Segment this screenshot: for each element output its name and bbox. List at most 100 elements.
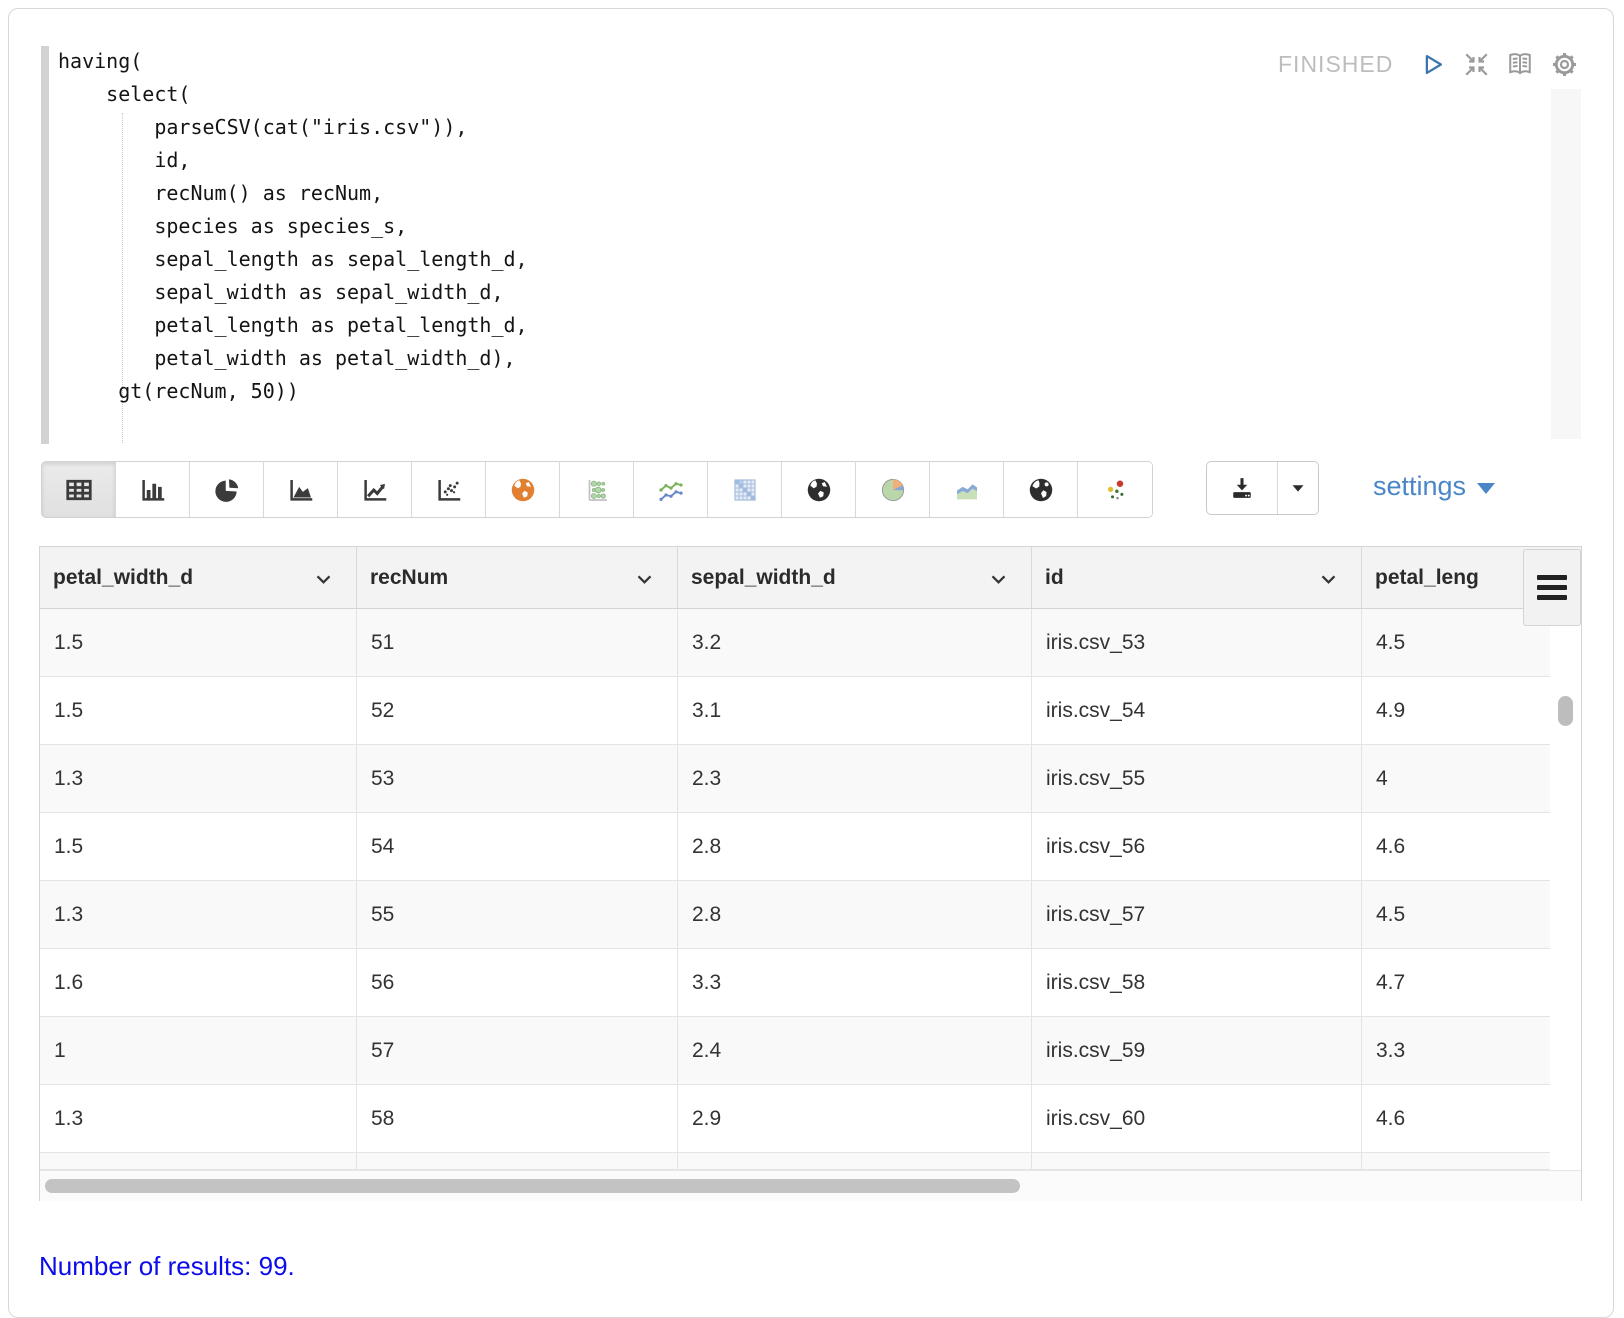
scatter-colored-icon (1100, 475, 1130, 505)
area-chart-icon (286, 475, 316, 505)
table-cell: 3.3 (1362, 1017, 1552, 1084)
table-cell: 58 (357, 1085, 678, 1152)
table-cell: 3.2 (678, 609, 1032, 676)
settings-dropdown[interactable]: settings (1373, 471, 1495, 502)
chart-type-bar-button[interactable] (116, 462, 190, 517)
chevron-down-icon[interactable] (315, 573, 332, 584)
download-button[interactable] (1207, 462, 1278, 514)
table-cell: iris.csv_57 (1032, 881, 1362, 948)
download-options-button[interactable] (1278, 462, 1318, 514)
horizontal-scrollbar-thumb[interactable] (45, 1179, 1020, 1193)
table-cell: 1.3 (40, 1085, 357, 1152)
table-cell: 1.5 (40, 813, 357, 880)
table-row: 1.6563.3iris.csv_584.7 (40, 949, 1552, 1017)
chart-type-pie-colored-button[interactable] (856, 462, 930, 517)
vertical-scrollbar[interactable] (1550, 609, 1581, 1170)
paragraph-card: having( select( parseCSV(cat("iris.csv")… (8, 8, 1614, 1318)
horizontal-scrollbar[interactable] (40, 1170, 1581, 1201)
column-header-sepal-width[interactable]: sepal_width_d (678, 547, 1032, 608)
bar-chart-icon (138, 475, 168, 505)
table-row: 1572.4iris.csv_593.3 (40, 1017, 1552, 1085)
table-cell: 55 (357, 881, 678, 948)
table-cell: 51 (357, 609, 678, 676)
table-body: 1.5513.2iris.csv_534.51.5523.1iris.csv_5… (40, 609, 1552, 1153)
vertical-scrollbar-thumb[interactable] (1558, 696, 1573, 726)
editor-scrollbar[interactable] (1551, 89, 1581, 439)
map-globe-icon (508, 475, 538, 505)
chart-type-stream-button[interactable] (930, 462, 1004, 517)
table-cell: 53 (357, 745, 678, 812)
chart-type-table-button[interactable] (42, 462, 116, 517)
line-chart-icon (360, 475, 390, 505)
table-cell: 1.5 (40, 609, 357, 676)
table-cell: 1 (40, 1017, 357, 1084)
hamburger-icon (1537, 575, 1567, 580)
code-editor[interactable]: having( select( parseCSV(cat("iris.csv")… (9, 9, 1613, 449)
table-cell: 1.6 (40, 949, 357, 1016)
chart-type-line-button[interactable] (338, 462, 412, 517)
results-table: petal_width_d recNum sepal_width_d id pe… (39, 546, 1582, 1201)
run-icon (1419, 51, 1446, 78)
table-cell: iris.csv_54 (1032, 677, 1362, 744)
chart-type-area-button[interactable] (264, 462, 338, 517)
table-row: 1.3532.3iris.csv_554 (40, 745, 1552, 813)
table-cell: 1.3 (40, 881, 357, 948)
chevron-down-icon[interactable] (636, 573, 653, 584)
results-count: Number of results: 99. (39, 1251, 295, 1282)
chart-type-globe2-button[interactable] (1004, 462, 1078, 517)
globe-dark-icon (804, 475, 834, 505)
chart-type-scatter-colored-button[interactable] (1078, 462, 1152, 517)
status-label: FINISHED (1278, 51, 1393, 78)
table-cell: 52 (357, 677, 678, 744)
chart-type-map-button[interactable] (486, 462, 560, 517)
run-button[interactable] (1417, 49, 1447, 79)
settings-label: settings (1373, 471, 1466, 502)
query-code[interactable]: having( select( parseCSV(cat("iris.csv")… (58, 45, 528, 408)
column-header-id[interactable]: id (1032, 547, 1362, 608)
chart-type-heatmap-button[interactable] (708, 462, 782, 517)
table-row: 1.5542.8iris.csv_564.6 (40, 813, 1552, 881)
table-cell: iris.csv_56 (1032, 813, 1362, 880)
chart-type-group (41, 461, 1153, 518)
column-menu-button[interactable] (1523, 549, 1581, 626)
editor-gutter (41, 46, 49, 444)
table-cell: 4.6 (1362, 1085, 1552, 1152)
table-cell: 1.5 (40, 677, 357, 744)
column-header-recnum[interactable]: recNum (357, 547, 678, 608)
table-cell: 56 (357, 949, 678, 1016)
table-cell: 2.3 (678, 745, 1032, 812)
table-cell: 4.9 (1362, 677, 1552, 744)
heatmap-grid-icon (730, 475, 760, 505)
chart-type-globe-button[interactable] (782, 462, 856, 517)
table-cell: 4.6 (1362, 813, 1552, 880)
table-cell: 2.4 (678, 1017, 1032, 1084)
chart-type-scatter-button[interactable] (412, 462, 486, 517)
scatter-chart-icon (434, 475, 464, 505)
book-button[interactable] (1505, 49, 1535, 79)
table-cell: iris.csv_55 (1032, 745, 1362, 812)
chevron-down-icon[interactable] (990, 573, 1007, 584)
table-header-row: petal_width_d recNum sepal_width_d id pe… (40, 547, 1581, 609)
table-cell: iris.csv_59 (1032, 1017, 1362, 1084)
settings-caret-icon (1477, 483, 1495, 494)
settings-gear-button[interactable] (1549, 49, 1579, 79)
collapse-button[interactable] (1461, 49, 1491, 79)
caret-down-icon (1287, 477, 1309, 499)
paragraph-controls (1417, 49, 1579, 79)
partial-row (40, 1153, 1552, 1170)
chevron-down-icon[interactable] (1320, 573, 1337, 584)
gear-icon (1550, 50, 1579, 79)
table-cell: 3.1 (678, 677, 1032, 744)
chart-type-multiline-button[interactable] (634, 462, 708, 517)
table-cell: 57 (357, 1017, 678, 1084)
table-cell: 2.8 (678, 813, 1032, 880)
table-row: 1.3582.9iris.csv_604.6 (40, 1085, 1552, 1153)
table-icon (64, 475, 94, 505)
chart-type-bubble-button[interactable] (560, 462, 634, 517)
table-row: 1.5513.2iris.csv_534.5 (40, 609, 1552, 677)
chart-type-pie-button[interactable] (190, 462, 264, 517)
table-cell: 1.3 (40, 745, 357, 812)
pie-chart-colored-icon (878, 475, 908, 505)
table-cell: 2.9 (678, 1085, 1032, 1152)
column-header-petal-width[interactable]: petal_width_d (40, 547, 357, 608)
